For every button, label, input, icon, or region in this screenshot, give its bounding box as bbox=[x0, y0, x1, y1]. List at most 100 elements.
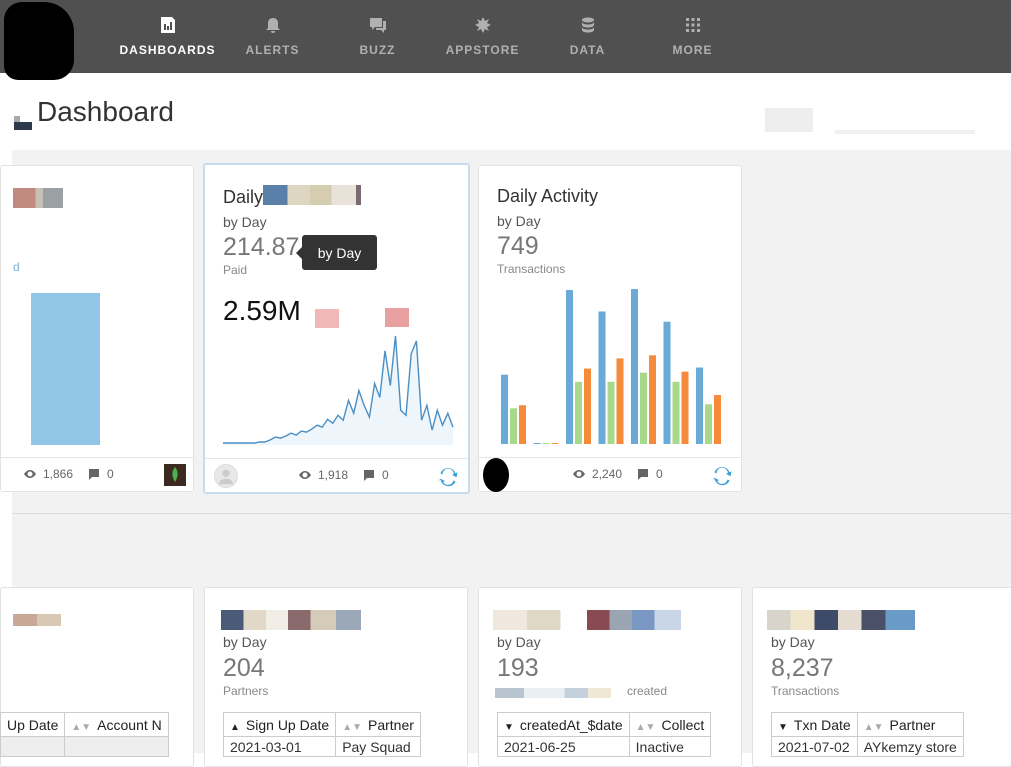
table-header[interactable]: ▲▼ Partner bbox=[335, 712, 421, 737]
table-header[interactable]: ▲▼ Partner bbox=[856, 712, 964, 737]
card-caption: d bbox=[13, 260, 20, 274]
table-header[interactable]: ▲▼ Account N bbox=[64, 712, 169, 737]
bar-mark[interactable] bbox=[649, 355, 656, 444]
logo-redacted bbox=[4, 2, 74, 80]
bar-mark[interactable] bbox=[566, 290, 573, 444]
card-subtitle: by Day bbox=[223, 214, 267, 230]
widget-card-daily-activity[interactable]: Daily Activity by Day 749 Transactions 2… bbox=[478, 165, 742, 492]
eye-icon bbox=[24, 470, 36, 478]
page-title: Dashboard bbox=[37, 96, 174, 127]
bar-mark[interactable] bbox=[714, 395, 721, 444]
nav-label: APPSTORE bbox=[445, 43, 520, 57]
table-header[interactable]: ▲▼ Collect bbox=[628, 712, 712, 737]
card-title: Daily Activity bbox=[497, 186, 599, 206]
bar-mark[interactable] bbox=[584, 368, 591, 444]
bar-mark[interactable] bbox=[672, 381, 680, 444]
card-subtitle: by Day bbox=[771, 634, 815, 650]
bar-mark[interactable] bbox=[696, 367, 703, 444]
table-cell bbox=[0, 736, 66, 757]
header-control-redacted[interactable] bbox=[765, 108, 813, 132]
nav-label: ALERTS bbox=[245, 43, 300, 57]
main-nav: DASHBOARDS ALERTS BUZZ APPSTORE DATA MOR… bbox=[115, 0, 745, 73]
bar-mark[interactable] bbox=[705, 404, 712, 444]
widget-card-bottom-1[interactable]: Up Date ▲▼ Account N bbox=[0, 587, 194, 767]
sort-icon: ▲▼ bbox=[635, 721, 656, 733]
view-count: 1,866 bbox=[43, 467, 74, 481]
table-header[interactable]: ▼ createdAt_$date bbox=[497, 712, 630, 737]
bar-mark[interactable] bbox=[607, 381, 615, 444]
bar-mark[interactable] bbox=[681, 371, 689, 444]
table-header[interactable]: ▲ Sign Up Date bbox=[222, 712, 337, 737]
nav-more[interactable]: MORE bbox=[640, 0, 745, 73]
title-icon-redacted-bar bbox=[14, 122, 32, 130]
database-icon bbox=[579, 16, 597, 34]
nav-dashboards[interactable]: DASHBOARDS bbox=[115, 0, 220, 73]
nav-label: BUZZ bbox=[359, 43, 396, 57]
nav-label: MORE bbox=[672, 43, 713, 57]
card-primary-caption: Partners bbox=[223, 684, 269, 698]
table-cell: Inactive bbox=[628, 736, 712, 757]
table-header[interactable]: ▼ Txn Date bbox=[771, 712, 858, 737]
sort-desc-icon: ▼ bbox=[504, 721, 514, 733]
comment-count: 0 bbox=[656, 467, 663, 481]
bar-mark[interactable] bbox=[510, 408, 517, 444]
mongodb-leaf-icon[interactable] bbox=[164, 464, 186, 486]
card-stats: 1,866 0 bbox=[23, 467, 114, 481]
metric-label-redacted bbox=[315, 309, 339, 328]
bar-mark[interactable] bbox=[640, 372, 647, 444]
bar-mark[interactable] bbox=[501, 374, 508, 444]
bar-mark[interactable] bbox=[542, 443, 550, 444]
card-primary-caption: Paid bbox=[223, 263, 248, 277]
data-table: ▼ Txn Date ▲▼ Partner 2021-07-02 AYkemzy s… bbox=[771, 712, 964, 757]
bar-mark[interactable] bbox=[598, 311, 606, 444]
top-nav-bar: DASHBOARDS ALERTS BUZZ APPSTORE DATA MOR… bbox=[0, 0, 1011, 80]
refresh-icon[interactable] bbox=[437, 465, 459, 487]
card-title-redacted bbox=[767, 610, 915, 630]
avatar[interactable] bbox=[214, 464, 238, 488]
card-primary-caption: Transactions bbox=[497, 262, 566, 276]
comment-count: 0 bbox=[107, 467, 114, 481]
card-title-redacted bbox=[221, 610, 361, 630]
widget-card-1[interactable]: d 1,866 0 bbox=[0, 165, 194, 492]
nav-data[interactable]: DATA bbox=[535, 0, 640, 73]
sort-icon: ▲▼ bbox=[71, 721, 92, 733]
eye-icon bbox=[573, 470, 585, 478]
card-footer: 2,240 0 bbox=[479, 457, 741, 492]
nav-appstore[interactable]: APPSTORE bbox=[430, 0, 535, 73]
dashboard-icon bbox=[159, 16, 177, 34]
metric-label-redacted bbox=[385, 308, 409, 327]
widget-card-daily[interactable]: Daily by Day 214.87 Paid 2.59M 1,918 0 bbox=[203, 163, 470, 494]
card-footer: 1,866 0 bbox=[1, 457, 193, 491]
widget-card-transactions[interactable]: by Day 8,237 Transactions ▼ Txn Date ▲▼ Pa… bbox=[752, 587, 1011, 767]
view-count: 1,918 bbox=[318, 468, 349, 482]
data-table: Up Date ▲▼ Account N bbox=[0, 712, 169, 757]
bar-mark[interactable] bbox=[533, 443, 541, 444]
nav-label: DASHBOARDS bbox=[119, 43, 216, 57]
card-title-redacted bbox=[263, 185, 361, 205]
avatar-redacted bbox=[483, 458, 509, 492]
card-primary-caption: created bbox=[627, 684, 668, 698]
nav-buzz[interactable]: BUZZ bbox=[325, 0, 430, 73]
table-header[interactable]: Up Date bbox=[0, 712, 66, 737]
sort-icon: ▲▼ bbox=[863, 721, 884, 733]
card-primary-value: 214.87 bbox=[223, 233, 300, 261]
grid-icon bbox=[684, 16, 702, 34]
nav-alerts[interactable]: ALERTS bbox=[220, 0, 325, 73]
refresh-icon[interactable] bbox=[711, 464, 733, 486]
caption-redacted bbox=[495, 688, 611, 698]
table-cell: 2021-03-01 bbox=[222, 736, 337, 757]
bar-mark[interactable] bbox=[519, 405, 526, 444]
card-primary-value: 204 bbox=[223, 654, 265, 682]
widget-card-partners[interactable]: by Day 204 Partners ▲ Sign Up Date ▲▼ Part… bbox=[204, 587, 468, 767]
bar-mark[interactable] bbox=[663, 321, 671, 444]
bar-mark[interactable] bbox=[631, 289, 638, 444]
card-subtitle: by Day bbox=[497, 634, 541, 650]
bar-mark[interactable] bbox=[551, 443, 559, 444]
bar-mark[interactable] bbox=[616, 358, 624, 444]
bar-mark[interactable] bbox=[575, 381, 582, 444]
card-title-redacted bbox=[13, 188, 63, 208]
comment-count: 0 bbox=[382, 468, 389, 482]
card-primary-caption: Transactions bbox=[771, 684, 840, 698]
card-title-redacted bbox=[493, 610, 681, 630]
widget-card-created[interactable]: by Day 193 created ▼ createdAt_$date ▲▼ Co… bbox=[478, 587, 742, 767]
